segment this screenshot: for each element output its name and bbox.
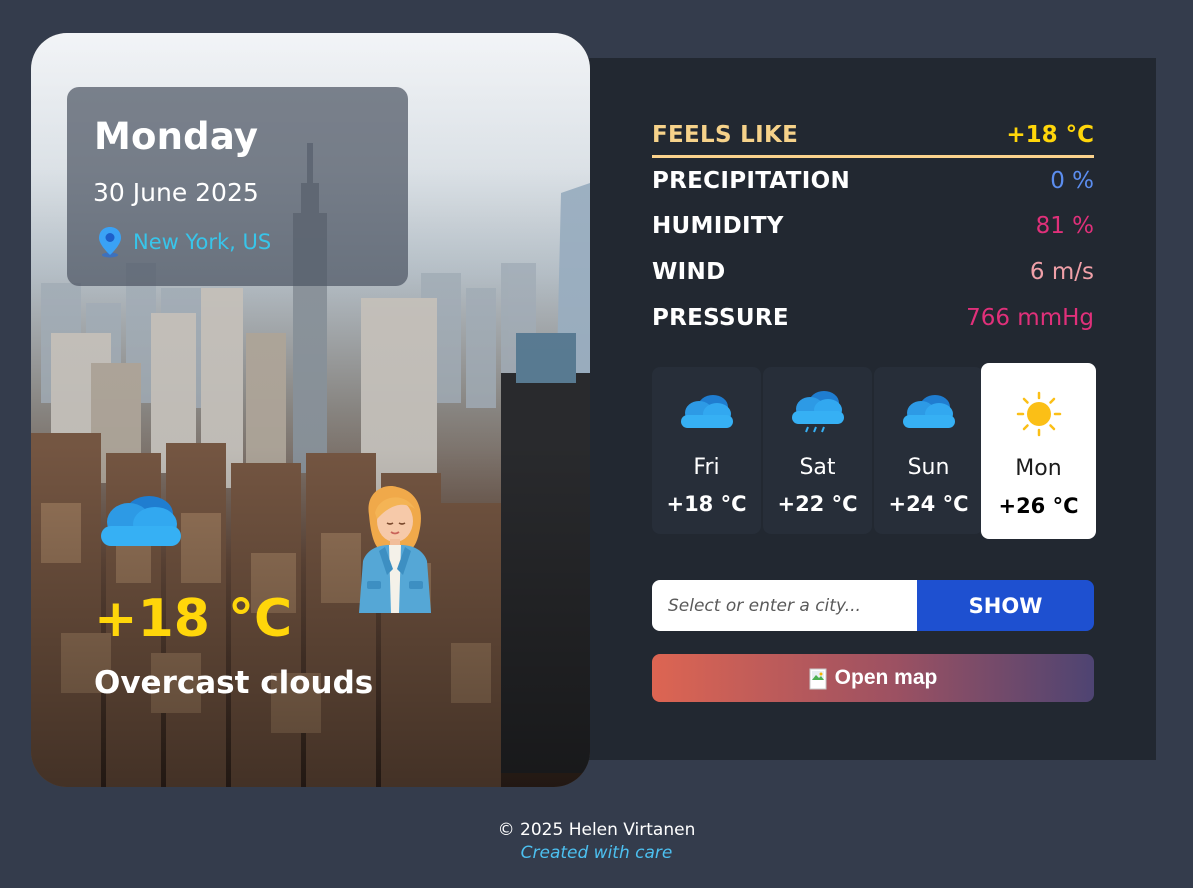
location-text: New York, US [133, 230, 272, 254]
wind-value: 6 m/s [1029, 259, 1094, 285]
girl-avatar-icon [359, 486, 431, 613]
forecast-card-fri[interactable]: Fri +18 °C [652, 367, 761, 534]
forecast-temp: +18 °C [666, 492, 747, 516]
humidity-label: HUMIDITY [652, 213, 784, 239]
feels-like-value: +18 °C [1006, 122, 1094, 148]
forecast-temp: +26 °C [998, 494, 1079, 518]
current-temperature: +18 °C [94, 589, 293, 649]
open-map-label: Open map [834, 666, 938, 689]
forecast-day: Fri [693, 455, 720, 480]
detail-row-feels-like: FEELS LIKE +18 °C [652, 115, 1094, 158]
forecast-card-mon[interactable]: Mon +26 °C [981, 363, 1096, 539]
current-weather-card: Monday 30 June 2025 New York, US +18 °C … [31, 33, 590, 787]
footer-tagline: Created with care [520, 843, 673, 863]
detail-row-humidity: HUMIDITY 81 % [652, 206, 1094, 246]
cloud-icon [680, 395, 733, 428]
forecast-card-sun[interactable]: Sun +24 °C [874, 367, 983, 534]
forecast-day: Sat [799, 455, 836, 480]
feels-like-label: FEELS LIKE [652, 122, 799, 148]
show-button[interactable]: SHOW [917, 580, 1094, 631]
date-location-box: Monday 30 June 2025 New York, US [67, 87, 408, 286]
current-day: Monday [94, 115, 259, 158]
location: New York, US [97, 226, 271, 258]
cloud-icon [101, 496, 181, 546]
sun-icon [1016, 391, 1061, 437]
current-description: Overcast clouds [94, 665, 374, 701]
detail-row-precipitation: PRECIPITATION 0 % [652, 161, 1094, 201]
forecast-temp: +22 °C [777, 492, 858, 516]
forecast-temp: +24 °C [888, 492, 969, 516]
map-pin-icon [99, 227, 121, 258]
current-date: 30 June 2025 [93, 178, 259, 207]
precipitation-value: 0 % [1050, 168, 1094, 194]
wind-label: WIND [652, 259, 726, 285]
rain-cloud-icon [791, 391, 844, 433]
detail-row-wind: WIND 6 m/s [652, 252, 1094, 292]
forecast-day: Sun [907, 455, 950, 480]
city-search-input[interactable] [652, 580, 917, 631]
pressure-value: 766 mmHg [966, 305, 1094, 331]
detail-row-pressure: PRESSURE 766 mmHg [652, 298, 1094, 338]
cloud-icon [902, 395, 955, 428]
footer-copyright: © 2025 Helen Virtanen [497, 820, 696, 840]
open-map-button[interactable]: Open map [652, 654, 1094, 702]
forecast-card-sat[interactable]: Sat +22 °C [763, 367, 872, 534]
broken-image-icon [809, 668, 827, 690]
pressure-label: PRESSURE [652, 305, 789, 331]
forecast-day: Mon [1015, 456, 1062, 481]
humidity-value: 81 % [1035, 213, 1094, 239]
precipitation-label: PRECIPITATION [652, 168, 850, 194]
